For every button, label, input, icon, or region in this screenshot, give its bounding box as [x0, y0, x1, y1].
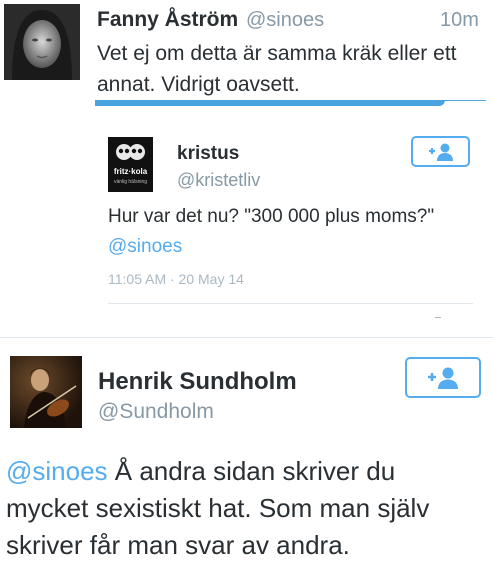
card-top-border	[95, 100, 486, 101]
avatar-henrik[interactable]	[10, 356, 82, 428]
follow-button[interactable]	[405, 357, 481, 398]
author-handle[interactable]: @Sundholm	[98, 400, 214, 424]
tweet-text: Vet ej om detta är samma kräk eller ett …	[97, 38, 456, 100]
avatar-painting	[10, 356, 82, 428]
avatar-logo-subtext: vänlig hälsning	[113, 179, 148, 185]
tweet-text-line: Vet ej om detta är samma kräk eller ett	[97, 42, 457, 65]
avatar-logo-text: fritz·kola	[113, 167, 148, 176]
tweet-text-line: skriver får man svar av andra.	[6, 530, 350, 560]
mention-link[interactable]: @sinoes	[6, 456, 108, 486]
tweet-text: @sinoes Å andra sidan skriver du mycket …	[6, 453, 429, 564]
embedded-tweet-card[interactable]: fritz·kola vänlig hälsning kristus @kris…	[95, 100, 486, 320]
tweet-time: 10m	[440, 9, 479, 31]
more-indicator	[435, 317, 441, 318]
tweet-text-line: @sinoes Å andra sidan skriver du	[6, 453, 429, 490]
tweet-text-line: mycket sexistiskt hat. Som man själv	[6, 493, 430, 523]
tweet-text-line: annat. Vidrigt oavsett.	[97, 73, 300, 96]
avatar-portrait	[4, 4, 80, 80]
tweet-text-segment: Å andra sidan skriver du	[107, 456, 396, 486]
embedded-timestamp: 11:05 AM · 20 May 14	[108, 271, 244, 287]
author-name[interactable]: Fanny Åström	[97, 8, 238, 32]
avatar-kristus[interactable]: fritz·kola vänlig hälsning	[108, 137, 153, 192]
embedded-divider	[108, 303, 473, 304]
follow-button[interactable]	[411, 136, 470, 167]
tweet-separator	[0, 337, 493, 338]
embedded-tweet-text: Hur var det nu? "300 000 plus moms?"	[108, 206, 435, 227]
avatar-fanny[interactable]	[4, 4, 80, 80]
follow-user-icon	[428, 367, 458, 389]
embedded-author-handle[interactable]: @kristetliv	[177, 170, 260, 191]
mention-link[interactable]: @sinoes	[108, 236, 182, 258]
author-name[interactable]: Henrik Sundholm	[98, 368, 297, 396]
embedded-author-name[interactable]: kristus	[177, 143, 239, 165]
author-handle[interactable]: @sinoes	[246, 9, 324, 32]
follow-user-icon	[428, 143, 453, 161]
